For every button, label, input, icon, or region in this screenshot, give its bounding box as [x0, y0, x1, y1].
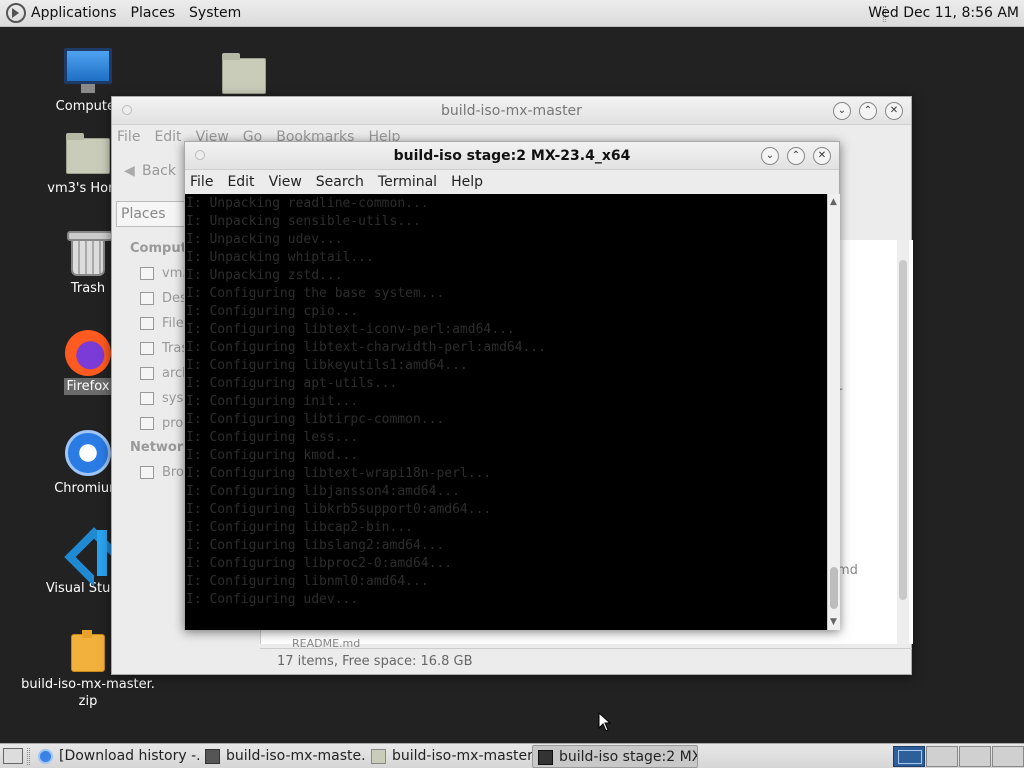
terminal-window[interactable]: build-iso stage:2 MX-23.4_x64 ⌄ ⌃ ✕ File…: [184, 141, 840, 630]
applications-menu[interactable]: Applications: [31, 5, 117, 21]
terminal-line: I: Unpacking whiptail...: [186, 250, 374, 265]
file-view-scrollbar[interactable]: [897, 240, 909, 644]
show-desktop-button[interactable]: [3, 748, 23, 764]
folder-icon: [371, 749, 386, 764]
desktop-icon-folder[interactable]: [184, 53, 304, 94]
terminal-line: I: Configuring libkrb5support0:amd64...: [186, 502, 492, 517]
network-icon: [140, 466, 154, 479]
desktop-icon-label: Firefox: [64, 378, 112, 395]
terminal-line: I: Configuring libtext-wrapi18n-perl...: [186, 466, 492, 481]
back-button[interactable]: Back: [120, 158, 180, 184]
file-item-fragment: md: [837, 563, 858, 578]
window-menu-icon[interactable]: [195, 150, 205, 160]
close-button[interactable]: ✕: [885, 102, 903, 120]
terminal-line: I: Configuring libtext-iconv-perl:amd64.…: [186, 322, 515, 337]
window-title: build-iso stage:2 MX-23.4_x64: [393, 148, 631, 164]
menu-view[interactable]: View: [269, 174, 302, 190]
desktop-icon-label: Trash: [70, 281, 106, 296]
chromium-icon: [65, 430, 111, 476]
drive-icon: [140, 417, 154, 430]
top-panel: Applications Places System Wed Dec 11, 8…: [0, 0, 1024, 27]
terminal-line: I: Configuring less...: [186, 430, 359, 445]
terminal-line: I: Configuring apt-utils...: [186, 376, 398, 391]
drive-icon: [140, 392, 154, 405]
terminal-line: I: Configuring libproc2-0:amd64...: [186, 556, 453, 571]
file-manager-titlebar[interactable]: build-iso-mx-master ⌄ ⌃ ✕: [112, 97, 911, 125]
terminal-line: I: Configuring libjansson4:amd64...: [186, 484, 460, 499]
computer-icon: [64, 48, 112, 93]
terminal-output[interactable]: I: Unpacking readline-common... I: Unpack…: [185, 194, 827, 630]
status-bar: 17 items, Free space: 16.8 GB: [260, 648, 912, 674]
drive-icon: [140, 367, 154, 380]
maximize-button[interactable]: ⌃: [787, 147, 805, 165]
terminal-line: I: Configuring udev...: [186, 592, 359, 607]
terminal-line: I: Unpacking readline-common...: [186, 196, 429, 211]
scrollbar-thumb[interactable]: [899, 260, 907, 600]
maximize-button[interactable]: ⌃: [859, 102, 877, 120]
taskbar-separator: [27, 748, 30, 765]
filesystem-icon: [140, 317, 154, 330]
terminal-line: I: Unpacking udev...: [186, 232, 343, 247]
places-selector[interactable]: Places: [116, 201, 186, 227]
terminal-line: I: Configuring cpio...: [186, 304, 359, 319]
terminal-icon: [205, 749, 220, 764]
menu-help[interactable]: Help: [451, 174, 483, 190]
mouse-cursor-icon: [598, 712, 612, 732]
clock[interactable]: Wed Dec 11, 8:56 AM: [868, 5, 1019, 21]
menu-terminal[interactable]: Terminal: [378, 174, 437, 190]
firefox-icon: [65, 330, 111, 376]
desktop-icon: [140, 292, 154, 305]
home-icon: [140, 267, 154, 280]
minimize-button[interactable]: ⌄: [761, 147, 779, 165]
terminal-line: I: Configuring libcap2-bin...: [186, 520, 413, 535]
terminal-line: I: Configuring the base system...: [186, 286, 445, 301]
menu-search[interactable]: Search: [316, 174, 364, 190]
terminal-line: I: Unpacking sensible-utils...: [186, 214, 421, 229]
workspace-2[interactable]: [926, 746, 958, 767]
chromium-icon: [38, 749, 53, 764]
window-menu-icon[interactable]: [122, 105, 132, 115]
taskbar-task-download-history[interactable]: [Download history -...: [33, 745, 199, 768]
taskbar-task-terminal-1[interactable]: build-iso-mx-maste...: [200, 745, 366, 768]
minimize-button[interactable]: ⌄: [833, 102, 851, 120]
menu-file[interactable]: File: [190, 174, 213, 190]
terminal-scrollbar[interactable]: ▲ ▼: [827, 194, 840, 630]
mx-logo-icon[interactable]: [6, 3, 26, 23]
terminal-icon: [538, 750, 553, 765]
archive-icon: [71, 630, 105, 672]
terminal-line: I: Configuring libslang2:amd64...: [186, 538, 445, 553]
workspace-3[interactable]: [959, 746, 991, 767]
close-button[interactable]: ✕: [813, 147, 831, 165]
taskbar-task-terminal-2[interactable]: build-iso stage:2 MX...: [532, 745, 698, 768]
window-title: build-iso-mx-master: [441, 103, 582, 119]
trash-icon: [140, 342, 154, 355]
home-folder-icon: [66, 133, 110, 174]
menu-file[interactable]: File: [117, 129, 140, 145]
scroll-down-icon[interactable]: ▼: [830, 617, 837, 627]
terminal-line: I: Configuring libnml0:amd64...: [186, 574, 429, 589]
desktop-icon-label: build-iso-mx-master. zip: [21, 677, 155, 709]
folder-icon: [222, 53, 266, 94]
terminal-line: I: Configuring libtirpc-common...: [186, 412, 445, 427]
workspace-1[interactable]: [893, 746, 925, 767]
terminal-line: I: Configuring libtext-charwidth-perl:am…: [186, 340, 547, 355]
scroll-up-icon[interactable]: ▲: [830, 197, 837, 207]
terminal-menubar: File Edit View Search Terminal Help: [185, 170, 839, 194]
scrollbar-thumb[interactable]: [830, 567, 838, 609]
menu-edit[interactable]: Edit: [227, 174, 254, 190]
terminal-line: I: Configuring init...: [186, 394, 359, 409]
trash-icon: [67, 231, 113, 276]
vscode-icon: [65, 530, 111, 576]
terminal-line: I: Unpacking zstd...: [186, 268, 343, 283]
terminal-line: I: Configuring kmod...: [186, 448, 359, 463]
taskbar-task-file-manager[interactable]: build-iso-mx-master: [366, 745, 532, 768]
menu-edit[interactable]: Edit: [154, 129, 181, 145]
workspace-4[interactable]: [992, 746, 1024, 767]
taskbar: [Download history -... build-iso-mx-mast…: [0, 743, 1024, 768]
system-menu[interactable]: System: [189, 5, 241, 21]
terminal-titlebar[interactable]: build-iso stage:2 MX-23.4_x64 ⌄ ⌃ ✕: [185, 142, 839, 170]
terminal-line: I: Configuring libkeyutils1:amd64...: [186, 358, 468, 373]
places-menu[interactable]: Places: [131, 5, 176, 21]
